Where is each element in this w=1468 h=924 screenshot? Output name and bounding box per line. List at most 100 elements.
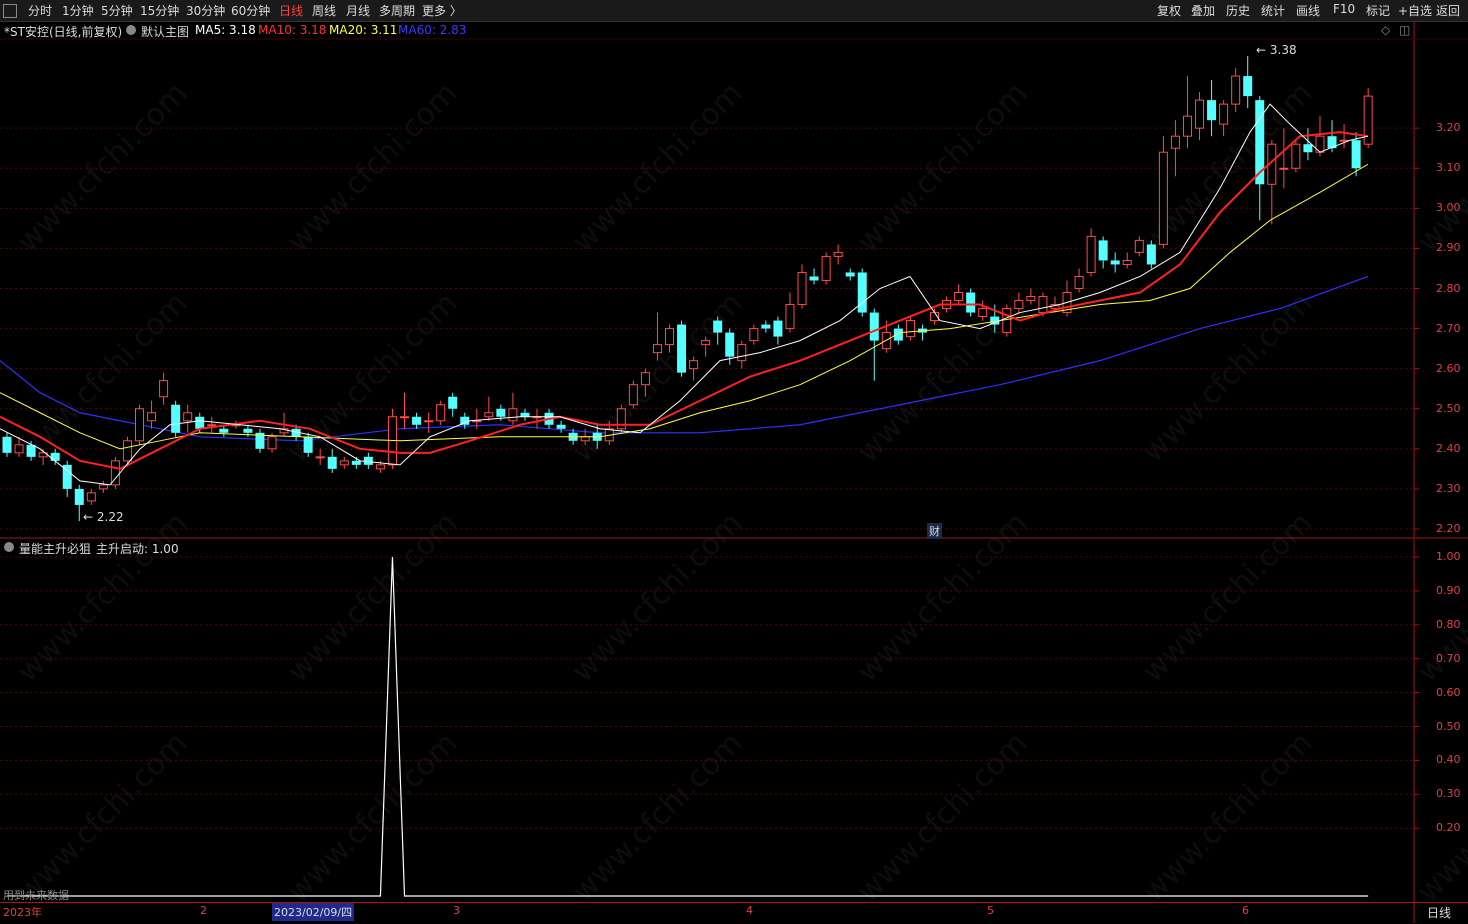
candle (62, 460, 72, 497)
candle-body (135, 408, 145, 442)
candle (677, 320, 687, 377)
candle-body (1279, 167, 1289, 170)
candle (1086, 228, 1096, 277)
candle (1062, 280, 1072, 317)
candle-body (315, 456, 325, 459)
candle-body (14, 444, 24, 454)
candle (1182, 76, 1192, 149)
candle-body (1014, 300, 1024, 310)
candle-body (737, 344, 747, 362)
candle-body (1195, 99, 1205, 129)
candle-body (713, 320, 723, 333)
candle-body (677, 324, 687, 373)
candle-body (580, 436, 590, 442)
high-price-mark: ← 3.38 (1256, 43, 1297, 57)
candle (749, 324, 759, 345)
candle (954, 284, 964, 305)
candle (1231, 68, 1241, 113)
candle-body (484, 412, 494, 418)
candle (1207, 80, 1217, 137)
candle (1098, 236, 1108, 269)
candle (448, 392, 458, 417)
candle-body (303, 436, 313, 453)
candle-body (1098, 240, 1108, 261)
indicator-tick-label: 0.40 (1436, 753, 1461, 767)
candle (315, 448, 325, 465)
candle-body (857, 272, 867, 313)
candle (327, 448, 337, 473)
candle-body (351, 460, 361, 465)
candle-body (978, 308, 988, 318)
grid (0, 127, 1414, 829)
candle-body (1219, 103, 1229, 125)
candle-body (424, 420, 434, 423)
candle (171, 400, 181, 437)
candle-body (725, 332, 735, 357)
price-tick-label: 2.30 (1436, 481, 1461, 495)
candle-body (400, 416, 410, 419)
candle (1122, 252, 1132, 269)
indicator-tick-label: 0.90 (1436, 583, 1461, 597)
candle (857, 268, 867, 317)
candle-body (773, 320, 783, 337)
candle (845, 268, 855, 281)
candle-body (833, 251, 843, 257)
price-tick-label: 2.80 (1436, 281, 1461, 295)
candle (110, 456, 120, 489)
candle (978, 300, 988, 321)
candle-body (966, 292, 976, 313)
candle-body (496, 408, 506, 417)
month-label-5: 5 (987, 904, 994, 917)
candle-body (954, 292, 964, 302)
candle-body (448, 396, 458, 409)
candle-body (869, 312, 879, 341)
candle (556, 420, 566, 433)
candle (665, 324, 675, 353)
candle-body (1243, 76, 1253, 97)
candle (1134, 236, 1144, 257)
low-price-value: 2.22 (96, 510, 124, 524)
candle-body (508, 408, 518, 422)
candle (652, 312, 662, 361)
candle-body (628, 384, 638, 406)
candle-body (122, 440, 132, 462)
candle-body (98, 484, 108, 490)
candle-body (1074, 275, 1084, 289)
candle-body (701, 340, 711, 346)
candle (207, 416, 217, 433)
candle-body (159, 380, 169, 398)
candle (1219, 100, 1229, 137)
finance-marker[interactable]: 财 (927, 523, 942, 539)
candle (833, 244, 843, 265)
kline-chart[interactable] (0, 0, 1468, 923)
candle (1279, 128, 1289, 189)
candle (50, 448, 60, 465)
price-tick-label: 2.70 (1436, 321, 1461, 335)
candle (1158, 136, 1168, 249)
candle (821, 252, 831, 285)
candle-body (171, 404, 181, 433)
candle-body (339, 460, 349, 466)
candle (1363, 88, 1373, 149)
candle-body (412, 416, 422, 425)
candle (303, 432, 313, 457)
indicator-tick-label: 0.20 (1436, 821, 1461, 835)
candle-body (1231, 75, 1241, 105)
candle (869, 308, 879, 381)
candle (1014, 292, 1024, 313)
candle-body (821, 255, 831, 281)
indicator-tick-label: 0.50 (1436, 719, 1461, 733)
price-tick-label: 3.20 (1436, 121, 1461, 135)
candle-body (797, 271, 807, 306)
candle-body (640, 372, 650, 386)
candle (917, 324, 927, 341)
period-label: 日线 (1427, 906, 1452, 920)
candle-body (652, 344, 662, 354)
candle (339, 456, 349, 469)
candle-body (147, 412, 157, 422)
high-price-value: 3.38 (1269, 43, 1297, 57)
candle-body (665, 328, 675, 346)
candle-body (207, 424, 217, 427)
candle (159, 372, 169, 405)
candle-body (689, 360, 699, 370)
